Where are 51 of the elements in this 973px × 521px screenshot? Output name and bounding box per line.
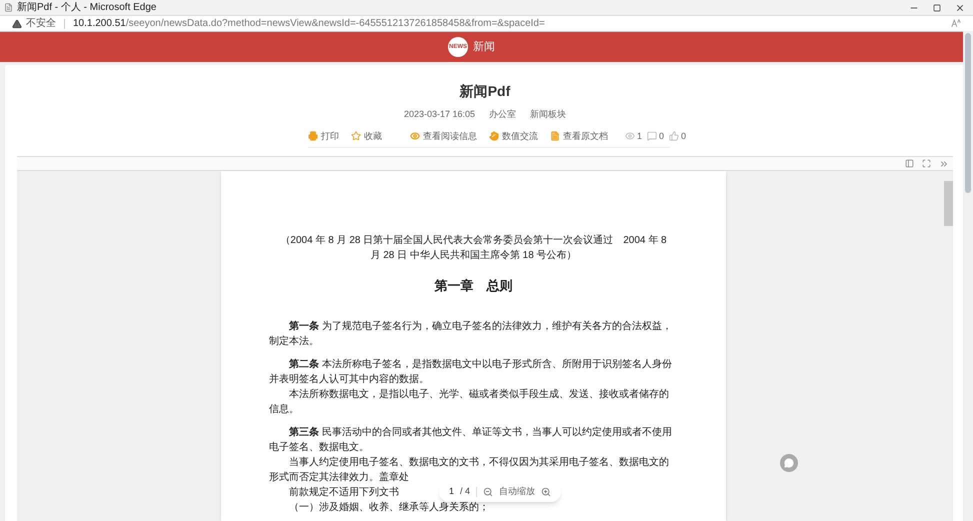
article-paragraph: 第二条 本法所称电子签名，是指数据电文中以电子形式所含、所附用于识别签名人身份并表明签名人认可其中内容的数据。 <box>269 358 673 387</box>
fullscreen-icon[interactable] <box>922 159 931 168</box>
paragraph: 当事人约定使用电子签名、数据电文的文书，不得仅因为其采用电子签名、数据电文的形式而否定其法律效力。盖章处 <box>269 456 670 485</box>
paragraph: （一）涉及婚姻、收养、继承等人身关系的； <box>288 500 489 515</box>
paragraph: 本法所称数据电文，是指以电子、光学、磁或者类似手段生成、发送、接收或者储存的信息。 <box>269 388 670 417</box>
article-paragraph: 第一条 为了规范电子签名行为，确立电子签名的法律效力，维护有关各方的合法权益，制定本法。 <box>269 320 673 349</box>
window-title: 新闻Pdf - 个人 - Microsoft Edge <box>17 0 158 15</box>
document-subtitle: （2004 年 8 月 28 日第十届全国人民代表大会常务委员会第十一次会议通过 2004 年 8 月 28 日 中华人民共和国主席令第 18 号公布） <box>279 234 668 263</box>
page-number-field[interactable]: 1 <box>449 485 454 499</box>
read-aloud-icon[interactable] <box>951 19 961 28</box>
action-link[interactable]: 查看阅读信息 <box>410 130 477 143</box>
address-bar[interactable]: 不安全 10.1.200.51/seeyon/newsData.do?method=newsView&newsId=-6455512137261858458&from=&spaceId= <box>0 16 973 32</box>
chevrons-right-icon[interactable] <box>939 158 949 168</box>
publish-date: 2023-03-17 16:05 <box>404 108 476 121</box>
action-link[interactable]: 数值交流 <box>489 130 538 143</box>
chapter-heading: 第一章 总则 <box>434 277 514 295</box>
board-name: 新闻板块 <box>530 108 566 121</box>
zoom-mode[interactable]: 自动缩放 <box>499 485 536 499</box>
header-title: 新闻 <box>473 40 495 55</box>
page-total: / 4 <box>460 485 470 498</box>
scrollbar-thumb[interactable] <box>944 181 953 226</box>
maximize-icon[interactable] <box>933 4 941 12</box>
stat-count: 0 <box>681 130 686 142</box>
sidebar-toggle-icon[interactable] <box>905 159 914 168</box>
scrollbar-thumb[interactable] <box>965 33 971 193</box>
thumbs-up-icon <box>669 131 680 142</box>
zoom-out-icon[interactable] <box>483 487 494 497</box>
close-icon[interactable] <box>955 2 965 12</box>
security-label: 不安全 <box>26 16 56 31</box>
url-text: 10.1.200.51/seeyon/newsData.do?method=newsView&newsId=-6455512137261858458&from=&spaceId= <box>73 17 546 31</box>
department: 办公室 <box>489 108 516 121</box>
warning-icon <box>12 18 22 28</box>
chat-icon <box>784 458 794 468</box>
action-link[interactable]: 查看原文档 <box>550 130 608 143</box>
star-icon <box>351 131 361 142</box>
paragraph: 前款规定不适用下列文书 <box>288 486 399 500</box>
page-icon <box>4 3 13 12</box>
document-icon <box>550 131 560 142</box>
stat-count: 1 <box>637 130 642 142</box>
action-link[interactable]: 打印 <box>308 130 339 143</box>
eye-icon <box>410 131 420 142</box>
zoom-in-icon[interactable] <box>541 487 552 497</box>
chat-button[interactable] <box>780 454 798 472</box>
hand-icon <box>489 131 499 142</box>
printer-icon <box>308 131 318 142</box>
comment-icon <box>647 131 658 142</box>
stat-count: 0 <box>659 130 664 142</box>
article-title: 新闻Pdf <box>460 82 510 101</box>
eye-icon <box>625 131 635 142</box>
article-paragraph: 第三条 民事活动中的合同或者其他文件、单证等文书，当事人可以约定使用或者不使用电子签名、数据电文。 <box>269 426 673 455</box>
action-link[interactable]: 收藏 <box>351 130 382 143</box>
